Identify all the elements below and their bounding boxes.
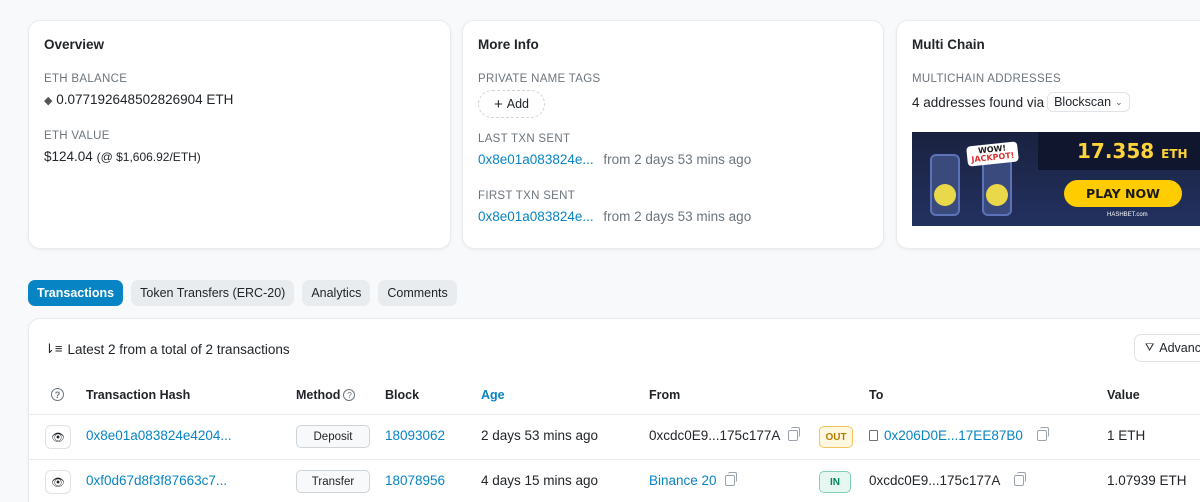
from-address-text: 0xcdc0E9...175c177A	[649, 428, 781, 443]
contract-icon	[869, 430, 878, 441]
block-link[interactable]: 18093062	[385, 428, 445, 443]
ad-banner[interactable]: WOW! JACKPOT! 17.358 ETH PLAY NOW HASHBE…	[912, 132, 1200, 226]
eth-value-rate: (@ $1,606.92/ETH)	[96, 150, 201, 164]
col-transaction-hash: Transaction Hash	[86, 388, 191, 402]
banner-amount-unit: ETH	[1161, 147, 1188, 161]
value-amount: 1.07939 ETH	[1107, 473, 1187, 488]
eth-balance-value: ◆ 0.077192648502826904 ETH	[44, 92, 233, 107]
direction-badge: OUT	[819, 426, 853, 448]
tx-hash-link[interactable]: 0xf0d67d8f3f87663c7...	[86, 473, 227, 488]
first-txn-row: 0x8e01a083824e... from 2 days 53 mins ag…	[478, 209, 751, 224]
more-info-card: More Info PRIVATE NAME TAGS + Add LAST T…	[462, 20, 884, 249]
eye-icon: 👁	[51, 476, 65, 489]
banner-amount-value: 17.358	[1077, 139, 1155, 163]
tab-token-transfers[interactable]: Token Transfers (ERC-20)	[131, 280, 295, 306]
col-value: Value	[1107, 388, 1140, 402]
multi-chain-title: Multi Chain	[912, 37, 985, 52]
age-value: 4 days 15 mins ago	[481, 473, 599, 488]
filter-icon: ⛛	[1145, 341, 1155, 354]
overview-title: Overview	[44, 37, 105, 52]
first-txn-time: from 2 days 53 mins ago	[603, 209, 752, 224]
copy-icon[interactable]	[724, 472, 737, 486]
col-to: To	[869, 388, 884, 402]
robot-right-icon	[986, 184, 1008, 206]
first-txn-label: FIRST TXN SENT	[478, 190, 576, 202]
multichain-addresses-label: MULTICHAIN ADDRESSES	[912, 73, 1061, 85]
last-txn-row: 0x8e01a083824e... from 2 days 53 mins ag…	[478, 152, 751, 167]
blockscan-select[interactable]: Blockscan ⌄	[1047, 92, 1130, 112]
to-address: 0x206D0E...17EE87B0	[869, 427, 1049, 443]
copy-icon[interactable]	[788, 427, 801, 441]
chevron-down-icon: ⌄	[1115, 96, 1123, 107]
first-txn-link[interactable]: 0x8e01a083824e...	[478, 209, 594, 224]
to-address-link[interactable]: 0x206D0E...17EE87B0	[884, 428, 1023, 443]
view-details-button[interactable]: 👁	[45, 425, 71, 449]
advanced-filter-label: Advanc	[1159, 341, 1200, 355]
eth-value-amount: $124.04	[44, 149, 93, 164]
addresses-found-text: 4 addresses found via	[912, 94, 1045, 110]
eye-icon: 👁	[51, 431, 65, 444]
header-divider	[29, 414, 1200, 415]
method-badge: Deposit	[296, 425, 370, 448]
add-tag-button[interactable]: + Add	[478, 90, 545, 118]
multi-chain-card: Multi Chain MULTICHAIN ADDRESSES 4 addre…	[896, 20, 1200, 249]
advanced-filter-button[interactable]: ⛛ Advanc	[1134, 334, 1200, 362]
col-block: Block	[385, 388, 420, 402]
col-from: From	[649, 388, 681, 402]
sort-icon: ⇂≡	[44, 341, 63, 356]
from-address-link[interactable]: Binance 20	[649, 473, 717, 488]
age-value: 2 days 53 mins ago	[481, 428, 599, 443]
copy-icon[interactable]	[1036, 427, 1049, 441]
tab-analytics[interactable]: Analytics	[302, 280, 371, 306]
plus-icon: +	[493, 95, 503, 113]
robot-left-icon	[934, 184, 956, 206]
col-method: Method ?	[296, 388, 356, 402]
eth-balance-label: ETH BALANCE	[44, 73, 128, 85]
transactions-summary: ⇂≡ Latest 2 from a total of 2 transactio…	[44, 341, 290, 357]
to-address-text: 0xcdc0E9...175c177A	[869, 473, 1001, 488]
tab-transactions[interactable]: Transactions	[28, 280, 124, 306]
from-address: 0xcdc0E9...175c177A	[649, 427, 801, 443]
last-txn-time: from 2 days 53 mins ago	[603, 152, 752, 167]
more-info-title: More Info	[478, 37, 539, 52]
last-txn-link[interactable]: 0x8e01a083824e...	[478, 152, 594, 167]
banner-amount: 17.358 ETH	[1077, 139, 1188, 163]
method-badge: Transfer	[296, 470, 370, 493]
view-details-button[interactable]: 👁	[45, 470, 71, 494]
eth-value-label: ETH VALUE	[44, 130, 110, 142]
block-link[interactable]: 18078956	[385, 473, 445, 488]
private-tags-label: PRIVATE NAME TAGS	[478, 73, 601, 85]
eth-balance-amount: 0.077192648502826904 ETH	[56, 92, 234, 107]
tab-comments[interactable]: Comments	[378, 280, 457, 306]
banner-brand: HASHBET.com	[1107, 212, 1148, 218]
blockscan-select-label: Blockscan	[1054, 95, 1112, 109]
help-icon[interactable]: ?	[51, 388, 64, 401]
overview-card: Overview ETH BALANCE ◆ 0.077192648502826…	[28, 20, 451, 249]
ethereum-icon: ◆	[44, 95, 53, 107]
col-age[interactable]: Age	[481, 388, 505, 402]
from-address: Binance 20	[649, 472, 737, 488]
copy-icon[interactable]	[1014, 472, 1027, 486]
method-info-icon[interactable]: ?	[343, 389, 356, 401]
direction-badge: IN	[819, 471, 851, 493]
col-method-label: Method	[296, 388, 341, 402]
multichain-addresses-row: 4 addresses found via Blockscan ⌄	[912, 92, 1130, 112]
add-tag-label: Add	[506, 97, 529, 111]
tab-bar: Transactions Token Transfers (ERC-20) An…	[28, 280, 457, 306]
tx-hash-link[interactable]: 0x8e01a083824e4204...	[86, 428, 232, 443]
value-amount: 1 ETH	[1107, 428, 1146, 443]
transactions-card: ⇂≡ Latest 2 from a total of 2 transactio…	[28, 318, 1200, 502]
row-divider	[29, 459, 1200, 460]
play-now-button[interactable]: PLAY NOW	[1064, 180, 1182, 207]
last-txn-label: LAST TXN SENT	[478, 133, 571, 145]
to-address: 0xcdc0E9...175c177A	[869, 472, 1027, 488]
transactions-summary-text: Latest 2 from a total of 2 transactions	[67, 341, 290, 357]
eth-value: $124.04 (@ $1,606.92/ETH)	[44, 149, 201, 164]
